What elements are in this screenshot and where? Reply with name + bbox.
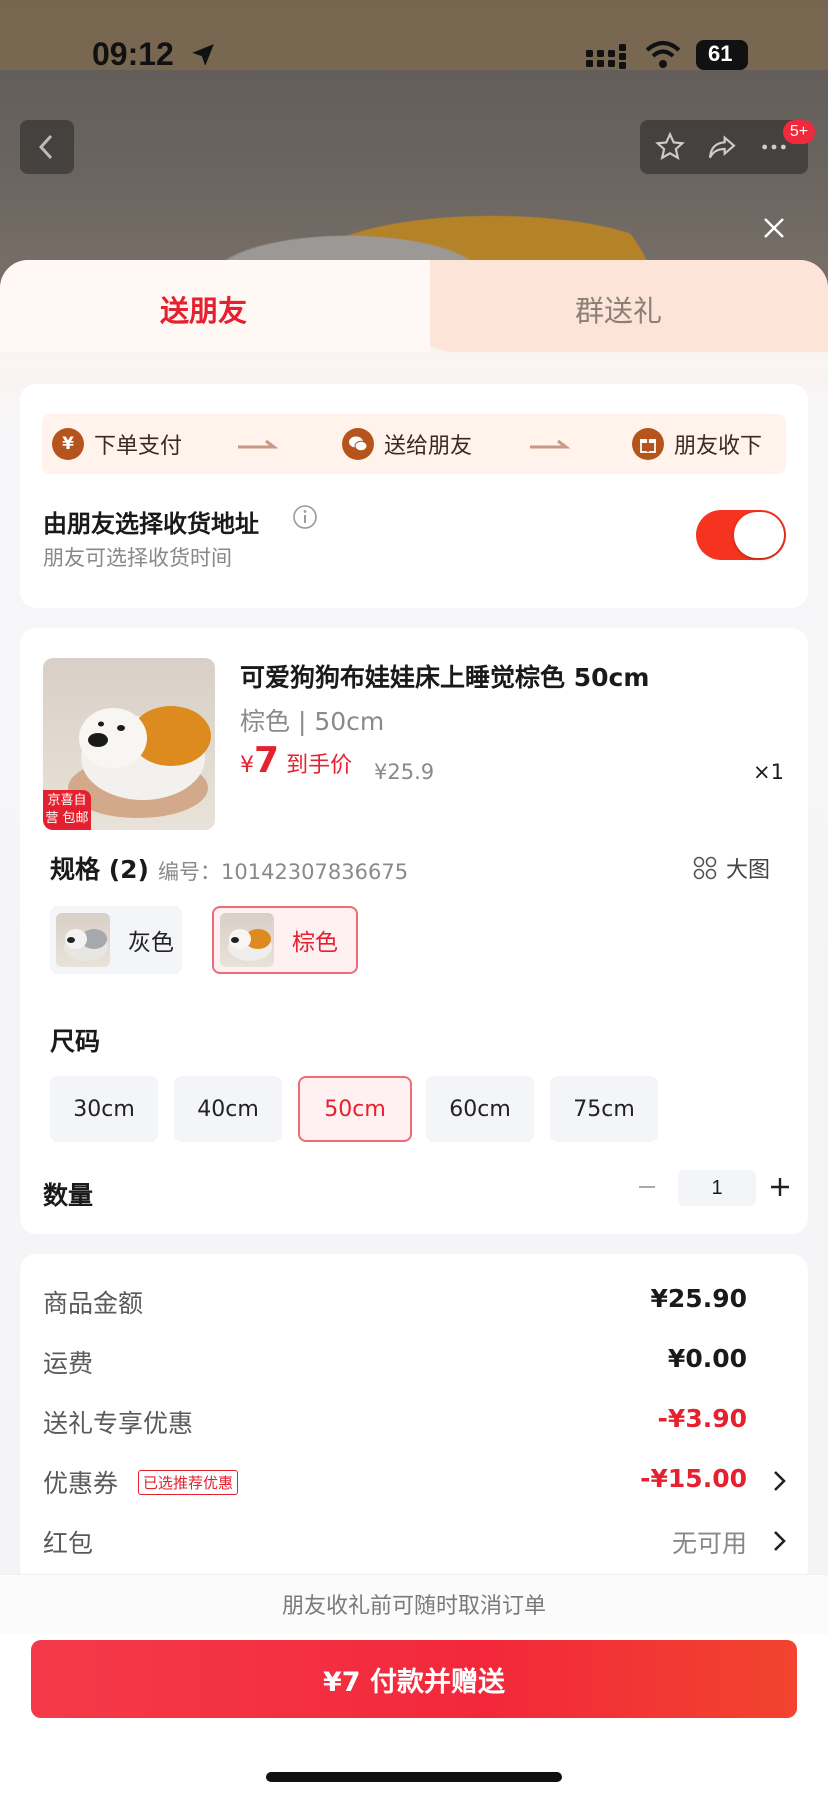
chevron-left-icon (38, 134, 53, 160)
bottom-action-bar: 朋友收礼前可随时取消订单 ¥7 付款并赠送 (0, 1574, 828, 1795)
close-icon[interactable] (758, 212, 790, 244)
size-option-40cm[interactable]: 40cm (174, 1076, 282, 1142)
fee-row-gift-discount: 送礼专享优惠 -¥3.90 (43, 1400, 793, 1440)
fee-label: 运费 (43, 1349, 94, 1378)
step-send: 送给朋友 (342, 427, 472, 461)
self-operated-tag: 京喜自营 包邮 (43, 790, 91, 830)
step-pay: ¥ 下单支付 (52, 427, 182, 461)
cellular-signal-icon (586, 44, 626, 69)
step-label: 下单支付 (94, 434, 183, 459)
color-label: 灰色 (128, 930, 174, 956)
wifi-icon (645, 41, 681, 68)
color-label: 棕色 (292, 930, 338, 956)
color-thumb-grey (56, 913, 110, 967)
grid-icon (693, 856, 717, 880)
fee-value: ¥0.00 (667, 1344, 747, 1373)
size-title: 尺码 (50, 1027, 101, 1056)
product-options-card: 京喜自营 包邮 可爱狗狗布娃娃床上睡觉棕色 50cm 棕色 | 50cm ¥7 … (20, 628, 808, 1234)
fee-label: 优惠券 (43, 1469, 119, 1498)
product-spec: 棕色 | 50cm (240, 707, 385, 736)
info-icon[interactable] (292, 504, 318, 530)
color-option-brown[interactable]: 棕色 (212, 906, 358, 974)
star-icon[interactable] (654, 131, 686, 163)
gift-tabs: 送朋友 群送礼 (0, 260, 828, 352)
product-quantity: ×1 (753, 760, 784, 784)
big-image-label: 大图 (725, 858, 770, 883)
status-bar: 09:12 61 (0, 0, 828, 110)
address-option-title: 由朋友选择收货地址 (43, 510, 259, 538)
size-option-75cm[interactable]: 75cm (550, 1076, 658, 1142)
minus-icon[interactable] (628, 1168, 666, 1206)
location-arrow-icon (192, 44, 214, 66)
battery-level: 61 (708, 41, 733, 66)
arrow-right-icon (530, 439, 570, 449)
color-option-grey[interactable]: 灰色 (50, 906, 182, 974)
wechat-icon (342, 428, 374, 460)
fee-label: 送礼专享优惠 (43, 1409, 194, 1438)
product-code: 编号：10142307836675 (158, 860, 409, 884)
toggle-knob (734, 512, 784, 558)
color-thumb-brown (220, 913, 274, 967)
pay-and-gift-button[interactable]: ¥7 付款并赠送 (31, 1640, 797, 1718)
fee-row-shipping: 运费 ¥0.00 (43, 1340, 793, 1380)
fee-label: 红包 (43, 1529, 94, 1558)
address-option-subtitle: 朋友可选择收货时间 (43, 546, 232, 570)
step-label: 朋友收下 (674, 434, 763, 459)
price-label: 到手价 (286, 753, 353, 778)
arrow-right-icon (238, 439, 278, 449)
cancel-note: 朋友收礼前可随时取消订单 (281, 1594, 546, 1619)
price-symbol: ¥ (240, 753, 254, 778)
gift-flow-card: ¥ 下单支付 送给朋友 朋友收下 由朋友选择收货地址 朋友可选择收货时间 (20, 384, 808, 608)
step-receive: 朋友收下 (632, 427, 762, 461)
product-title: 可爱狗狗布娃娃床上睡觉棕色 50cm (240, 663, 650, 692)
chevron-right-icon (774, 1531, 786, 1551)
fee-value: 无可用 (671, 1529, 747, 1558)
size-option-60cm[interactable]: 60cm (426, 1076, 534, 1142)
size-option-30cm[interactable]: 30cm (50, 1076, 158, 1142)
quantity-input[interactable]: 1 (678, 1170, 756, 1206)
product-price: ¥7 到手价 (240, 740, 352, 781)
fee-row-coupon[interactable]: 优惠券 已选推荐优惠 -¥15.00 (43, 1460, 793, 1500)
gift-icon (632, 428, 664, 460)
message-badge: 5+ (783, 120, 815, 144)
quantity-title: 数量 (43, 1181, 94, 1210)
tab-send-friend-label: 送朋友 (160, 294, 248, 328)
original-price: ¥25.9 (374, 760, 435, 784)
share-icon[interactable] (706, 131, 738, 163)
fee-value: -¥15.00 (640, 1464, 747, 1493)
big-image-button[interactable]: 大图 (692, 852, 770, 884)
gift-bottom-sheet: 送朋友 群送礼 ¥ 下单支付 送给朋友 朋友收下 由朋友选择收货地址 朋友可选择… (0, 260, 828, 1795)
spec-title: 规格 (2) (50, 855, 149, 884)
yen-icon: ¥ (52, 428, 84, 460)
size-option-50cm[interactable]: 50cm (298, 1076, 412, 1142)
fee-value: -¥3.90 (657, 1404, 747, 1433)
fee-value: ¥25.90 (650, 1284, 747, 1313)
product-thumbnail[interactable]: 京喜自营 包邮 (43, 658, 215, 830)
price-value: 7 (254, 740, 280, 781)
fee-label: 商品金额 (43, 1289, 144, 1318)
fee-row-goods: 商品金额 ¥25.90 (43, 1280, 793, 1320)
plus-icon[interactable] (761, 1168, 799, 1206)
tab-group-gift-label: 群送礼 (575, 294, 663, 328)
coupon-recommended-tag: 已选推荐优惠 (138, 1470, 239, 1495)
chevron-right-icon (774, 1471, 786, 1491)
status-time: 09:12 (92, 36, 174, 72)
address-toggle[interactable] (696, 510, 786, 560)
back-button[interactable] (20, 120, 74, 174)
price-breakdown-card: 商品金额 ¥25.90 运费 ¥0.00 送礼专享优惠 -¥3.90 优惠券 已… (20, 1254, 808, 1584)
gift-steps: ¥ 下单支付 送给朋友 朋友收下 (42, 414, 786, 474)
step-label: 送给朋友 (384, 434, 473, 459)
home-indicator (266, 1772, 562, 1782)
fee-row-red-packet[interactable]: 红包 无可用 (43, 1520, 793, 1560)
